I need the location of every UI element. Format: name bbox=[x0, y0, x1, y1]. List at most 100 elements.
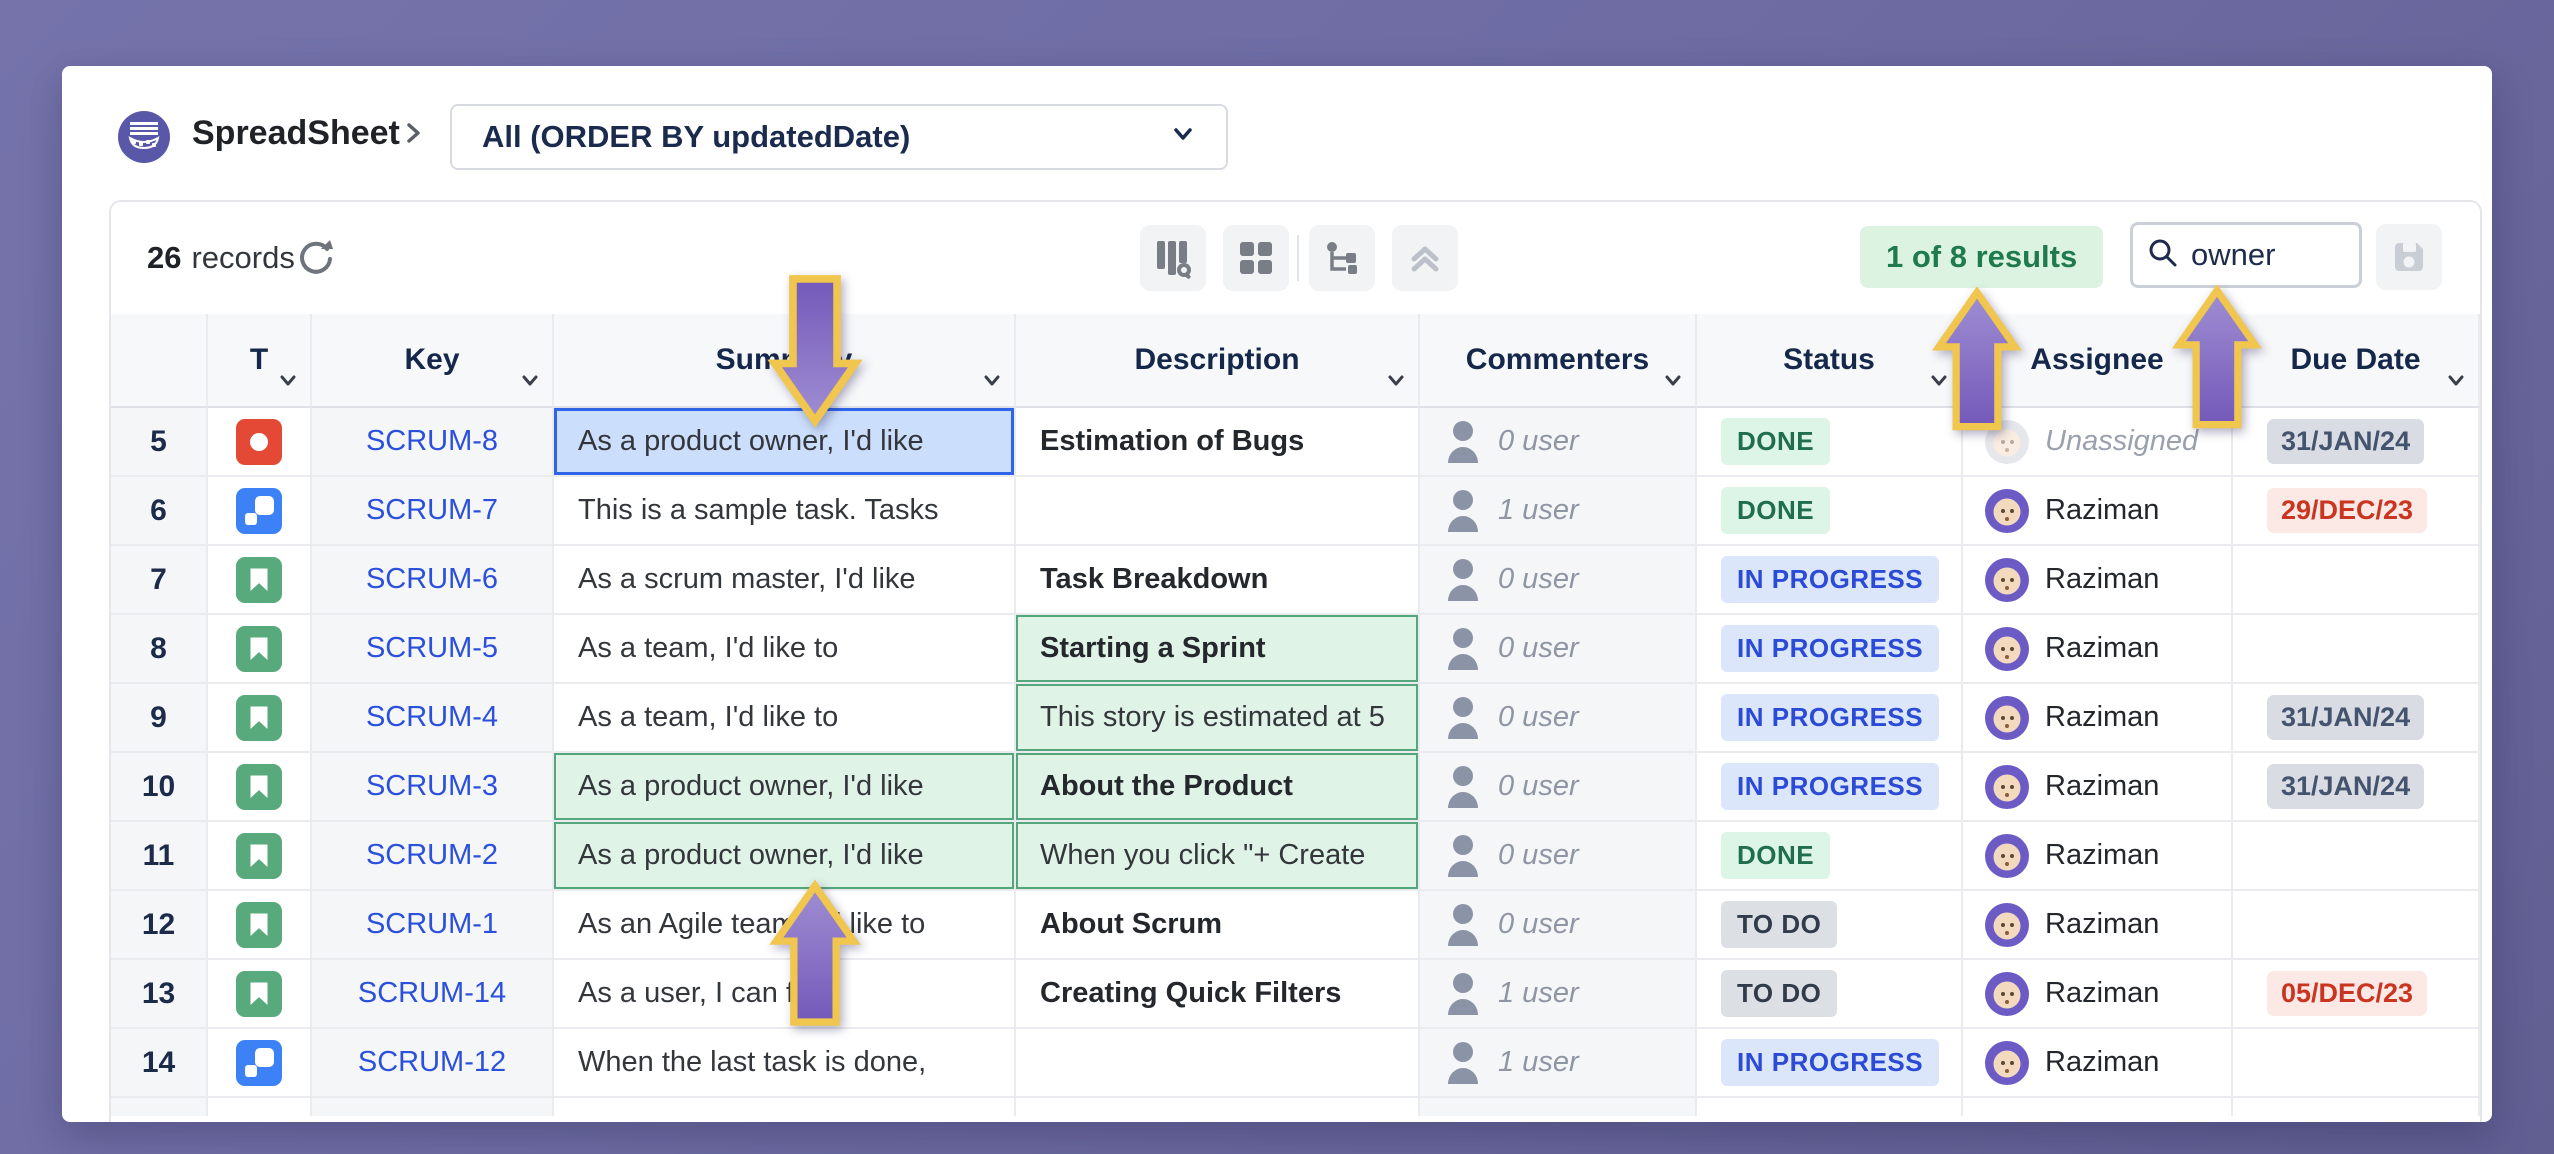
column-header-status[interactable]: Status bbox=[1697, 314, 1963, 408]
commenters-cell[interactable]: 0 user bbox=[1420, 546, 1697, 615]
issue-key-cell[interactable]: SCRUM-2 bbox=[312, 822, 554, 891]
issue-key-link[interactable]: SCRUM-2 bbox=[366, 839, 498, 872]
issue-key-link[interactable]: SCRUM-14 bbox=[358, 977, 506, 1010]
assignee-cell[interactable]: Raziman bbox=[1963, 684, 2233, 753]
save-filter-button[interactable] bbox=[2376, 224, 2442, 290]
chevron-down-icon[interactable] bbox=[1663, 364, 1683, 398]
issue-type-cell[interactable] bbox=[208, 1029, 312, 1098]
issue-key-link[interactable]: SCRUM-8 bbox=[366, 425, 498, 458]
chevron-down-icon[interactable] bbox=[520, 364, 540, 398]
description-cell[interactable]: Starting a Sprint bbox=[1016, 615, 1420, 684]
summary-cell[interactable]: As a team, I'd like to bbox=[554, 684, 1016, 753]
refresh-button[interactable] bbox=[293, 236, 339, 282]
saved-filter-dropdown[interactable]: All (ORDER BY updatedDate) bbox=[450, 104, 1228, 170]
due-date-cell[interactable]: 31/JAN/24 bbox=[2233, 753, 2480, 822]
issue-key-cell[interactable]: SCRUM-7 bbox=[312, 477, 554, 546]
due-date-cell[interactable] bbox=[2233, 1029, 2480, 1098]
issue-type-cell[interactable] bbox=[208, 477, 312, 546]
commenters-cell[interactable]: 1 user bbox=[1420, 477, 1697, 546]
commenters-cell[interactable]: 0 user bbox=[1420, 615, 1697, 684]
description-cell[interactable]: Estimation of Bugs bbox=[1016, 408, 1420, 477]
issue-key-cell[interactable]: SCRUM-12 bbox=[312, 1029, 554, 1098]
row-number[interactable]: 6 bbox=[111, 477, 208, 546]
issue-key-cell[interactable]: SCRUM-5 bbox=[312, 615, 554, 684]
status-cell[interactable]: TO DO bbox=[1697, 960, 1963, 1029]
status-cell[interactable]: IN PROGRESS bbox=[1697, 615, 1963, 684]
issue-key-link[interactable]: SCRUM-12 bbox=[358, 1046, 506, 1079]
description-cell[interactable]: Task Breakdown bbox=[1016, 546, 1420, 615]
summary-cell[interactable]: When the last task is done, bbox=[554, 1029, 1016, 1098]
commenters-cell[interactable]: 1 user bbox=[1420, 1029, 1697, 1098]
row-number[interactable]: 14 bbox=[111, 1029, 208, 1098]
status-cell[interactable]: DONE bbox=[1697, 822, 1963, 891]
issue-type-cell[interactable] bbox=[208, 684, 312, 753]
issue-key-link[interactable]: SCRUM-1 bbox=[366, 908, 498, 941]
commenters-cell[interactable]: 0 user bbox=[1420, 408, 1697, 477]
chevron-down-icon[interactable] bbox=[278, 364, 298, 398]
assignee-cell[interactable]: Raziman bbox=[1963, 891, 2233, 960]
issue-key-cell[interactable]: SCRUM-3 bbox=[312, 753, 554, 822]
commenters-cell[interactable]: 0 user bbox=[1420, 753, 1697, 822]
description-cell[interactable]: Creating Quick Filters bbox=[1016, 960, 1420, 1029]
column-header-description[interactable]: Description bbox=[1016, 314, 1420, 408]
assignee-cell[interactable]: Raziman bbox=[1963, 822, 2233, 891]
issue-key-cell[interactable]: SCRUM-6 bbox=[312, 546, 554, 615]
row-number[interactable]: 13 bbox=[111, 960, 208, 1029]
commenters-cell[interactable]: 1 user bbox=[1420, 960, 1697, 1029]
description-cell[interactable] bbox=[1016, 1029, 1420, 1098]
assignee-cell[interactable]: Raziman bbox=[1963, 546, 2233, 615]
due-date-cell[interactable] bbox=[2233, 822, 2480, 891]
issue-key-cell[interactable]: SCRUM-4 bbox=[312, 684, 554, 753]
status-cell[interactable]: TO DO bbox=[1697, 891, 1963, 960]
issue-key-cell[interactable]: SCRUM-14 bbox=[312, 960, 554, 1029]
issue-type-cell[interactable] bbox=[208, 615, 312, 684]
issue-type-cell[interactable] bbox=[208, 891, 312, 960]
assignee-cell[interactable]: Raziman bbox=[1963, 477, 2233, 546]
due-date-cell[interactable]: 31/JAN/24 bbox=[2233, 408, 2480, 477]
row-number[interactable]: 12 bbox=[111, 891, 208, 960]
chevron-down-icon[interactable] bbox=[1386, 364, 1406, 398]
assignee-cell[interactable]: Raziman bbox=[1963, 960, 2233, 1029]
search-input[interactable] bbox=[2189, 236, 2323, 274]
commenters-cell[interactable]: 0 user bbox=[1420, 684, 1697, 753]
column-header-key[interactable]: Key bbox=[312, 314, 554, 408]
row-number[interactable]: 10 bbox=[111, 753, 208, 822]
assignee-cell[interactable]: Raziman bbox=[1963, 1029, 2233, 1098]
description-cell[interactable]: This story is estimated at 5 bbox=[1016, 684, 1420, 753]
due-date-cell[interactable]: 05/DEC/23 bbox=[2233, 960, 2480, 1029]
status-cell[interactable]: IN PROGRESS bbox=[1697, 753, 1963, 822]
issue-type-cell[interactable] bbox=[208, 408, 312, 477]
summary-cell[interactable]: As a product owner, I'd like bbox=[554, 753, 1016, 822]
due-date-cell[interactable] bbox=[2233, 615, 2480, 684]
chevron-down-icon[interactable] bbox=[982, 364, 1002, 398]
column-header-type[interactable]: T bbox=[208, 314, 312, 408]
search-box[interactable] bbox=[2130, 222, 2362, 288]
column-header-commenters[interactable]: Commenters bbox=[1420, 314, 1697, 408]
issue-key-link[interactable]: SCRUM-6 bbox=[366, 563, 498, 596]
assignee-cell[interactable]: Raziman bbox=[1963, 615, 2233, 684]
issue-key-link[interactable]: SCRUM-5 bbox=[366, 632, 498, 665]
issue-key-link[interactable]: SCRUM-3 bbox=[366, 770, 498, 803]
row-number[interactable]: 9 bbox=[111, 684, 208, 753]
description-cell[interactable]: About Scrum bbox=[1016, 891, 1420, 960]
chevron-down-icon[interactable] bbox=[2446, 364, 2466, 398]
due-date-cell[interactable]: 29/DEC/23 bbox=[2233, 477, 2480, 546]
due-date-cell[interactable] bbox=[2233, 546, 2480, 615]
row-number[interactable]: 7 bbox=[111, 546, 208, 615]
issue-key-cell[interactable]: SCRUM-8 bbox=[312, 408, 554, 477]
status-cell[interactable]: DONE bbox=[1697, 477, 1963, 546]
commenters-cell[interactable]: 0 user bbox=[1420, 822, 1697, 891]
status-cell[interactable]: IN PROGRESS bbox=[1697, 1029, 1963, 1098]
status-cell[interactable]: IN PROGRESS bbox=[1697, 684, 1963, 753]
issue-type-cell[interactable] bbox=[208, 753, 312, 822]
commenters-cell[interactable]: 0 user bbox=[1420, 891, 1697, 960]
description-cell[interactable]: About the Product bbox=[1016, 753, 1420, 822]
column-settings-button[interactable] bbox=[1140, 225, 1206, 291]
summary-cell[interactable]: As a scrum master, I'd like bbox=[554, 546, 1016, 615]
due-date-cell[interactable]: 31/JAN/24 bbox=[2233, 684, 2480, 753]
issue-key-cell[interactable]: SCRUM-1 bbox=[312, 891, 554, 960]
status-cell[interactable]: IN PROGRESS bbox=[1697, 546, 1963, 615]
collapse-all-button[interactable] bbox=[1392, 225, 1458, 291]
due-date-cell[interactable] bbox=[2233, 891, 2480, 960]
column-header-duedate[interactable]: Due Date bbox=[2233, 314, 2480, 408]
